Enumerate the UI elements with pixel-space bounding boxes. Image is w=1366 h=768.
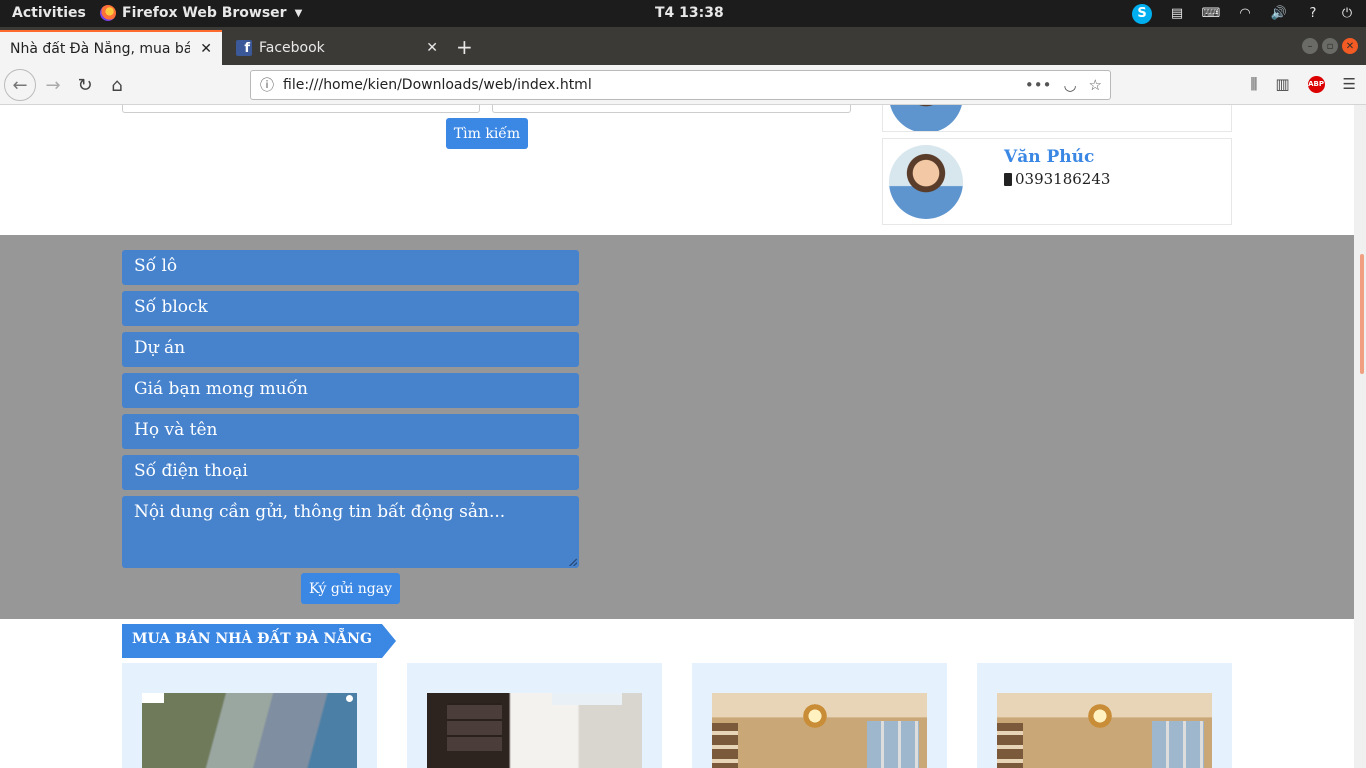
close-tab-icon[interactable]: ✕ [426, 40, 438, 56]
tab-title: Nhà đất Đà Nẵng, mua bán nhà đất Đà Nẵng [10, 40, 190, 57]
tab-title: Facebook [259, 39, 325, 56]
price-field[interactable]: Giá bạn mong muốn [122, 373, 579, 408]
window-shape [1152, 721, 1204, 768]
listing-card[interactable] [122, 663, 377, 768]
listing-image-map[interactable] [142, 693, 357, 768]
window-shape [867, 721, 919, 768]
listing-card[interactable] [692, 663, 947, 768]
agent-avatar [889, 145, 963, 219]
window-controls: – ▫ ✕ [1302, 38, 1358, 54]
resize-grip-icon[interactable] [569, 558, 577, 566]
adblock-plus-icon[interactable]: ABP [1307, 75, 1325, 93]
caret-down-icon: ▼ [294, 7, 303, 19]
agent-avatar [889, 105, 963, 131]
consign-submit-button[interactable]: Ký gửi ngay [301, 573, 400, 604]
activities-button[interactable]: Activities [12, 5, 86, 21]
fullname-field[interactable]: Họ và tên [122, 414, 579, 449]
search-select-right[interactable] [492, 105, 851, 113]
page-actions-icon[interactable]: ••• [1025, 76, 1052, 94]
new-tab-button[interactable]: + [456, 35, 473, 59]
section-heading-label: MUA BÁN NHÀ ĐẤT ĐÀ NẴNG [122, 624, 382, 658]
close-tab-icon[interactable]: ✕ [200, 41, 212, 57]
page-scrollbar[interactable] [1354, 105, 1366, 768]
skype-icon[interactable]: S [1132, 3, 1152, 24]
library-icon[interactable]: ⫼ [1250, 75, 1257, 93]
navigation-bar: ← → ↻ ⌂ ⓘ file:///home/kien/Downloads/we… [0, 65, 1366, 105]
info-icon[interactable]: ⓘ [251, 75, 283, 95]
help-icon[interactable]: ? [1304, 6, 1322, 22]
volume-icon[interactable]: 🔊 [1270, 6, 1288, 22]
content-placeholder: Nội dung cần gửi, thông tin bất động sản… [134, 502, 506, 522]
phone-field[interactable]: Số điện thoại [122, 455, 579, 490]
facebook-icon: f [236, 39, 252, 56]
listing-card[interactable] [407, 663, 662, 768]
minimize-icon[interactable]: – [1302, 38, 1318, 54]
listing-image-living-room[interactable] [712, 693, 927, 768]
tab-bar: Nhà đất Đà Nẵng, mua bán nhà đất Đà Nẵng… [0, 27, 1366, 65]
url-text[interactable]: file:///home/kien/Downloads/web/index.ht… [283, 77, 1025, 93]
wifi-icon[interactable]: ◠ [1236, 6, 1254, 22]
page-viewport: Tìm kiếm Văn Phúc 0393186243 Số lô Số bl… [0, 105, 1366, 768]
power-icon[interactable]: ⏻ [1338, 6, 1356, 22]
shelf-shape [712, 723, 738, 768]
sidebar-icon[interactable]: ▥ [1275, 75, 1289, 93]
content-textarea[interactable]: Nội dung cần gửi, thông tin bất động sản… [122, 496, 579, 568]
back-icon[interactable]: ← [4, 69, 36, 101]
toolbar-right: ⫼ ▥ ABP ☰ [1250, 75, 1356, 93]
listing-image-living-room[interactable] [997, 693, 1212, 768]
shelf-shape [997, 723, 1023, 768]
url-bar[interactable]: ⓘ file:///home/kien/Downloads/web/index.… [250, 70, 1111, 100]
listing-card[interactable] [977, 663, 1232, 768]
skylight-shape [552, 693, 622, 705]
firefox-icon [100, 5, 116, 21]
scrollbar-thumb[interactable] [1360, 254, 1364, 374]
section-heading: MUA BÁN NHÀ ĐẤT ĐÀ NẴNG [122, 624, 396, 658]
shelf-shape [447, 703, 502, 751]
search-select-left[interactable] [122, 105, 480, 113]
agent-phone: 0393186243 [1015, 170, 1111, 188]
maximize-icon[interactable]: ▫ [1322, 38, 1338, 54]
consign-form-section: Số lô Số block Dự án Giá bạn mong muốn H… [0, 235, 1354, 619]
agent-card: Văn Phúc 0393186243 [882, 138, 1232, 225]
agent-name[interactable]: Văn Phúc [1004, 147, 1094, 167]
app-menu[interactable]: Firefox Web Browser ▼ [100, 5, 302, 21]
chandelier-shape [1085, 701, 1115, 731]
keyboard-icon[interactable]: ⌨ [1202, 6, 1221, 22]
listing-image-room[interactable] [427, 693, 642, 768]
home-icon[interactable]: ⌂ [102, 71, 132, 99]
system-tray: S ▤ ⌨ ◠ 🔊 ? ⏻ [1132, 3, 1356, 24]
close-window-icon[interactable]: ✕ [1342, 38, 1358, 54]
map-control-icon [142, 693, 164, 703]
notes-icon[interactable]: ▤ [1168, 6, 1186, 22]
pocket-icon[interactable]: ◡ [1063, 76, 1076, 94]
block-field[interactable]: Số block [122, 291, 579, 326]
menu-icon[interactable]: ☰ [1343, 75, 1356, 93]
chandelier-shape [800, 701, 830, 731]
bookmark-star-icon[interactable]: ☆ [1089, 76, 1102, 94]
heading-arrow-shape [381, 624, 396, 658]
map-pin-icon [346, 695, 353, 702]
forward-icon[interactable]: → [38, 71, 68, 99]
tab-facebook[interactable]: f Facebook ✕ [226, 30, 448, 65]
mobile-phone-icon [1004, 172, 1012, 186]
system-top-bar: Activities Firefox Web Browser ▼ T4 13:3… [0, 0, 1366, 27]
agent-card [882, 105, 1232, 132]
clock[interactable]: T4 13:38 [655, 5, 724, 21]
tab-active[interactable]: Nhà đất Đà Nẵng, mua bán nhà đất Đà Nẵng… [0, 30, 222, 65]
lot-field[interactable]: Số lô [122, 250, 579, 285]
agent-phone-row: 0393186243 [1004, 170, 1110, 188]
project-field[interactable]: Dự án [122, 332, 579, 367]
search-button[interactable]: Tìm kiếm [446, 118, 528, 149]
reload-icon[interactable]: ↻ [70, 71, 100, 99]
app-menu-label: Firefox Web Browser [122, 5, 287, 21]
